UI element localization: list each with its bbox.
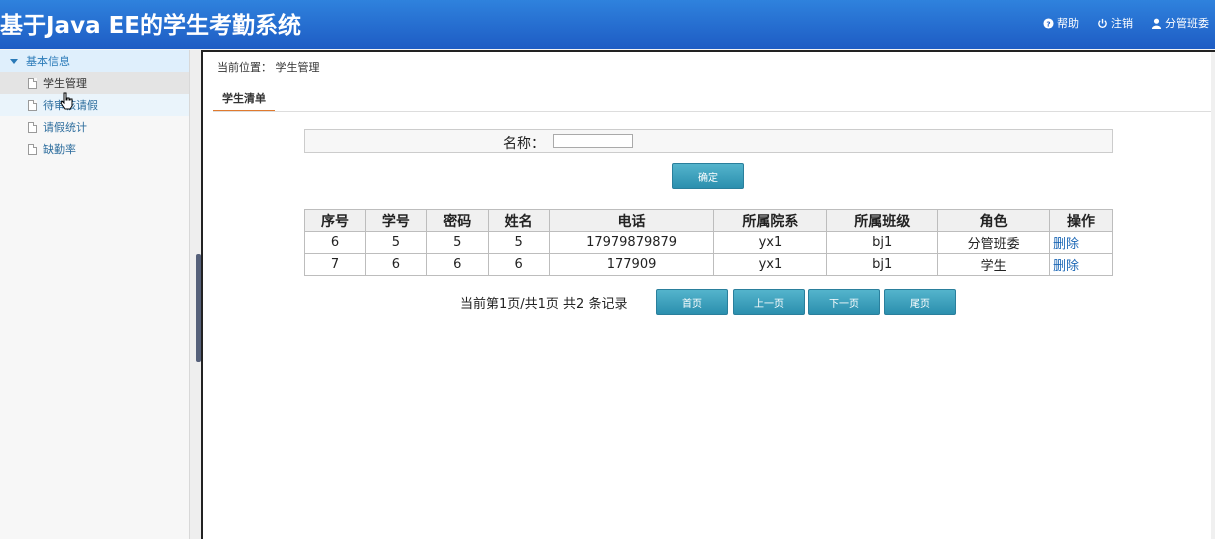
tab-student-list[interactable]: 学生清单: [213, 90, 275, 112]
document-icon: [28, 99, 37, 111]
cell-password: 5: [425, 231, 489, 254]
cell-action: 删除: [1049, 231, 1113, 254]
column-header: 姓名: [487, 209, 550, 232]
confirm-button[interactable]: 确定: [672, 163, 744, 189]
sidebar-item-pending-leave[interactable]: 待审核请假: [0, 94, 189, 116]
document-icon: [28, 77, 37, 89]
sidebar-item-label: 请假统计: [43, 121, 87, 134]
cell-class: bj1: [826, 231, 939, 254]
cell-class: bj1: [826, 253, 939, 276]
triangle-down-icon: [10, 58, 18, 64]
help-icon: ?: [1043, 17, 1054, 29]
column-header: 操作: [1049, 209, 1113, 232]
breadcrumb: 当前位置： 学生管理: [217, 61, 320, 74]
user-label: 分管班委: [1165, 17, 1209, 30]
table-row: 6 5 5 5 17979879879 yx1 bj1 分管班委 删除: [304, 231, 1113, 254]
column-header: 序号: [304, 209, 366, 232]
sidebar-group-basic-info[interactable]: 基本信息: [0, 50, 189, 72]
name-input[interactable]: [553, 134, 633, 148]
column-header: 角色: [937, 209, 1050, 232]
svg-text:?: ?: [1046, 19, 1050, 28]
table-row: 7 6 6 6 177909 yx1 bj1 学生 删除: [304, 253, 1113, 276]
delete-link[interactable]: 删除: [1053, 259, 1079, 274]
logout-label: 注销: [1111, 17, 1133, 30]
cell-name: 6: [487, 253, 550, 276]
cell-password: 6: [425, 253, 489, 276]
column-header: 所属院系: [713, 209, 828, 232]
help-link[interactable]: ? 帮助: [1043, 15, 1079, 31]
logout-link[interactable]: 注销: [1097, 15, 1133, 31]
help-label: 帮助: [1057, 17, 1079, 30]
cell-department: yx1: [713, 231, 828, 254]
cell-name: 5: [487, 231, 550, 254]
cell-id: 6: [304, 231, 366, 254]
cell-action: 删除: [1049, 253, 1113, 276]
prev-page-button[interactable]: 上一页: [733, 289, 805, 315]
cell-phone: 17979879879: [548, 231, 715, 254]
cell-department: yx1: [713, 253, 828, 276]
column-header: 密码: [425, 209, 489, 232]
sidebar-item-label: 学生管理: [43, 77, 87, 90]
sidebar-item-label: 缺勤率: [43, 143, 76, 156]
user-menu[interactable]: 分管班委: [1151, 15, 1209, 31]
cell-student-no: 5: [364, 231, 427, 254]
app-header: 基于Java EE的学生考勤系统 ? 帮助 注销 分管班委: [0, 0, 1215, 49]
sidebar: 基本信息 学生管理 待审核请假 请假统计 缺勤率: [0, 50, 190, 539]
next-page-button[interactable]: 下一页: [808, 289, 880, 315]
column-header: 所属班级: [826, 209, 939, 232]
column-header: 电话: [548, 209, 715, 232]
app-title: 基于Java EE的学生考勤系统: [0, 13, 302, 39]
cell-role: 分管班委: [937, 231, 1050, 254]
main-content: 当前位置： 学生管理 学生清单 名称： 确定 序号 学号 密码 姓名 电话 所属…: [201, 50, 1215, 539]
pagination-info: 当前第1页/共1页 共2 条记录: [460, 297, 628, 312]
first-page-button[interactable]: 首页: [656, 289, 728, 315]
cell-phone: 177909: [548, 253, 715, 276]
document-icon: [28, 143, 37, 155]
last-page-button[interactable]: 尾页: [884, 289, 956, 315]
cell-id: 7: [304, 253, 366, 276]
delete-link[interactable]: 删除: [1053, 237, 1079, 252]
search-bar: 名称：: [304, 129, 1113, 153]
sidebar-item-leave-stats[interactable]: 请假统计: [0, 116, 189, 138]
table-header-row: 序号 学号 密码 姓名 电话 所属院系 所属班级 角色 操作: [304, 209, 1113, 232]
scrollbar[interactable]: [1211, 52, 1215, 539]
header-actions: ? 帮助 注销 分管班委: [1043, 15, 1209, 31]
sidebar-item-student-management[interactable]: 学生管理: [0, 72, 189, 94]
user-icon: [1151, 18, 1162, 29]
column-header: 学号: [364, 209, 427, 232]
power-icon: [1098, 18, 1107, 28]
document-icon: [28, 121, 37, 133]
sidebar-group-label: 基本信息: [26, 55, 70, 68]
cell-student-no: 6: [364, 253, 427, 276]
sidebar-item-absence-rate[interactable]: 缺勤率: [0, 138, 189, 160]
name-label: 名称：: [503, 136, 545, 152]
hand-cursor-icon: [60, 92, 73, 110]
cell-role: 学生: [937, 253, 1050, 276]
student-table: 序号 学号 密码 姓名 电话 所属院系 所属班级 角色 操作 6 5 5 5 1…: [304, 209, 1113, 276]
tab-divider: [213, 111, 1213, 112]
